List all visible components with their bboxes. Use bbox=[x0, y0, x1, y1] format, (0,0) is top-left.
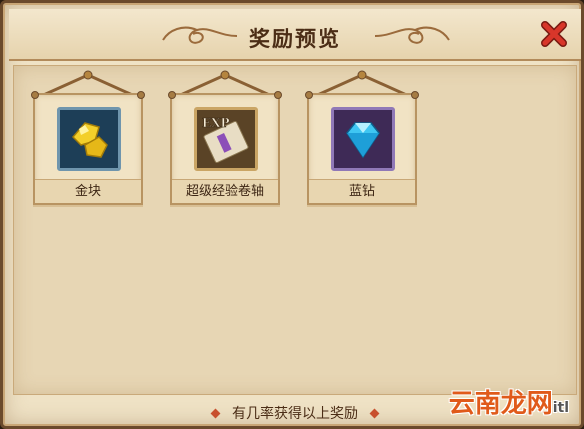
reward-card[interactable]: EXP 超级经验卷轴 bbox=[168, 91, 282, 205]
gold-nugget-icon bbox=[71, 122, 108, 158]
watermark: 云南龙网itl bbox=[449, 383, 569, 420]
pin-icon bbox=[137, 91, 145, 99]
item-slot: EXP bbox=[194, 107, 258, 171]
exp-scroll-icon: EXP bbox=[202, 116, 249, 164]
footer-hint: 有几率获得以上奖励 bbox=[232, 406, 358, 422]
item-slot bbox=[331, 107, 395, 171]
reward-name: 超级经验卷轴 bbox=[172, 179, 278, 203]
reward-name: 金块 bbox=[35, 179, 141, 203]
ornament-swirl-right-icon bbox=[374, 26, 450, 44]
reward-preview-dialog: 奖励预览 金块 EXP 超级经验卷轴 蓝钻 有几率获得以上奖励 云南龙网itl bbox=[0, 0, 584, 429]
pin-icon bbox=[411, 91, 419, 99]
item-slot bbox=[57, 107, 121, 171]
watermark-text: 云南龙网 bbox=[448, 389, 553, 419]
pin-icon bbox=[305, 91, 313, 99]
pin-icon bbox=[274, 91, 282, 99]
watermark-suffix: itl bbox=[552, 400, 569, 416]
dialog-header: 奖励预览 bbox=[9, 9, 581, 61]
diamond-bullet-icon bbox=[210, 408, 221, 419]
pin-icon bbox=[31, 91, 39, 99]
reward-name: 蓝钻 bbox=[309, 179, 415, 203]
close-icon[interactable] bbox=[539, 19, 569, 49]
reward-card[interactable]: 金块 bbox=[31, 91, 145, 205]
pin-icon bbox=[168, 91, 176, 99]
blue-diamond-icon bbox=[346, 122, 380, 159]
exp-label: EXP bbox=[202, 116, 229, 130]
diamond-bullet-icon bbox=[369, 408, 380, 419]
reward-card[interactable]: 蓝钻 bbox=[305, 91, 419, 205]
dialog-title: 奖励预览 bbox=[249, 27, 341, 51]
